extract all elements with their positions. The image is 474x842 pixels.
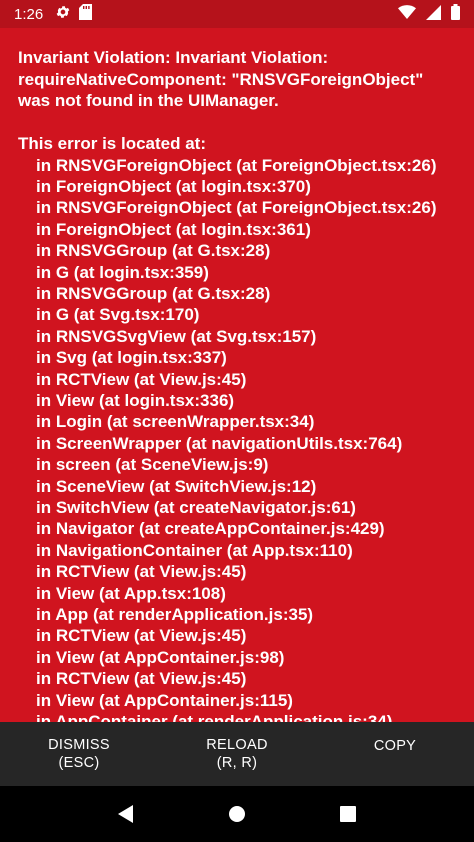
recents-icon[interactable] xyxy=(328,794,368,834)
stack-line: in ScreenWrapper (at navigationUtils.tsx… xyxy=(36,433,403,453)
error-title-line: requireNativeComponent: "RNSVGForeignObj… xyxy=(18,69,424,89)
stack-line: in RCTView (at View.js:45) xyxy=(36,562,247,582)
stack-line: in View (at AppContainer.js:98) xyxy=(36,647,285,667)
stack-line: in View (at App.tsx:108) xyxy=(36,583,226,603)
home-icon[interactable] xyxy=(217,794,257,834)
stack-line: in RCTView (at View.js:45) xyxy=(36,369,247,389)
stack-line: in RCTView (at View.js:45) xyxy=(36,669,247,689)
signal-icon xyxy=(426,4,441,24)
sd-card-icon xyxy=(79,4,93,24)
status-bar: 1:26 xyxy=(0,0,474,28)
status-time: 1:26 xyxy=(14,5,44,23)
gear-icon xyxy=(55,4,71,24)
battery-icon xyxy=(451,4,460,24)
stack-line: in SwitchView (at createNavigator.js:61) xyxy=(36,498,356,517)
stack-line: in SceneView (at SwitchView.js:12) xyxy=(36,476,317,496)
stack-line: in ForeignObject (at login.tsx:361) xyxy=(36,219,311,239)
stack-line: in G (at Svg.tsx:170) xyxy=(36,305,200,325)
stack-line: in G (at login.tsx:359) xyxy=(36,262,209,282)
error-location-heading: This error is located at: xyxy=(18,134,206,153)
stack-line: in screen (at SceneView.js:9) xyxy=(36,455,269,475)
stack-line: in RNSVGGroup (at G.tsx:28) xyxy=(36,283,271,303)
stack-line: in View (at login.tsx:336) xyxy=(36,390,235,410)
dismiss-button[interactable]: DISMISS (ESC) xyxy=(0,722,158,786)
dismiss-label: DISMISS xyxy=(48,737,110,753)
error-panel[interactable]: Invariant Violation: Invariant Violation… xyxy=(0,28,474,722)
copy-button[interactable]: COPY xyxy=(316,722,474,786)
stack-line: in RNSVGForeignObject (at ForeignObject.… xyxy=(36,198,437,218)
dismiss-shortcut: (ESC) xyxy=(58,755,100,771)
stack-line: in ForeignObject (at login.tsx:370) xyxy=(36,176,311,196)
reload-label: RELOAD xyxy=(206,737,268,753)
copy-label: COPY xyxy=(373,738,417,754)
back-icon[interactable] xyxy=(106,794,146,834)
wifi-icon xyxy=(398,5,416,23)
stack-line: in Svg (at login.tsx:337) xyxy=(36,348,227,368)
component-stack: in RNSVGForeignObject (at ForeignObject.… xyxy=(18,155,456,723)
stack-line: in View (at AppContainer.js:115) xyxy=(36,690,293,710)
error-title: Invariant Violation: Invariant Violation… xyxy=(18,47,456,112)
android-navigation-bar xyxy=(0,786,474,842)
error-title-line: Invariant Violation: Invariant Violation… xyxy=(18,48,329,67)
stack-line: in RNSVGSvgView (at Svg.tsx:157) xyxy=(36,326,317,346)
redbox-action-bar: DISMISS (ESC) RELOAD (R, R) COPY xyxy=(0,722,474,786)
reload-shortcut: (R, R) xyxy=(216,755,258,771)
stack-line: in RNSVGForeignObject (at ForeignObject.… xyxy=(36,155,437,175)
stack-line: in NavigationContainer (at App.tsx:110) xyxy=(36,540,353,560)
stack-line: in RCTView (at View.js:45) xyxy=(36,626,247,646)
stack-line: in Navigator (at createAppContainer.js:4… xyxy=(36,519,385,539)
stack-line: in App (at renderApplication.js:35) xyxy=(36,605,314,625)
reload-button[interactable]: RELOAD (R, R) xyxy=(158,722,316,786)
stack-line: in Login (at screenWrapper.tsx:34) xyxy=(36,412,315,432)
stack-line: in RNSVGGroup (at G.tsx:28) xyxy=(36,241,271,261)
error-title-line: was not found in the UIManager. xyxy=(18,91,279,110)
stack-line: in AppContainer (at renderApplication.js… xyxy=(36,712,393,722)
